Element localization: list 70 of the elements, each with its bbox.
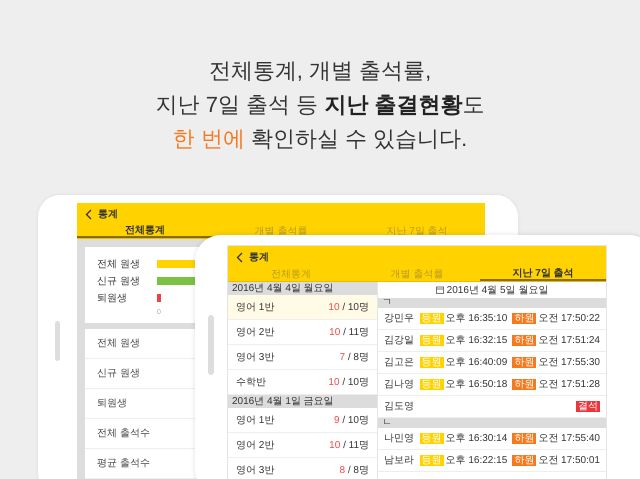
headline-line: 한 번에 확인하실 수 있습니다. <box>172 125 468 153</box>
attendance-count: 10 / 10명 <box>328 300 369 314</box>
time-text: 오후 16:30:14 <box>446 432 508 446</box>
headline-line: 지난 7일 출석 등 지난 출결현황도 <box>156 91 484 119</box>
status-badge: 하원 <box>512 379 536 390</box>
status-badge: 하원 <box>512 335 536 346</box>
status-badge: 하원 <box>512 455 536 466</box>
stat-label: 전체 출석수 <box>97 426 150 440</box>
initial-header: ㄱ <box>378 298 606 308</box>
attendance-count: 7 / 8명 <box>340 350 369 364</box>
class-name: 영어 3반 <box>236 350 274 364</box>
bar-label: 전체 원생 <box>97 258 141 272</box>
student-name: 김강일 <box>384 334 414 348</box>
attendance-count: 10 / 11명 <box>329 438 369 452</box>
attendance-count: 8 / 8명 <box>340 464 369 478</box>
student-name: 김도영 <box>384 400 414 414</box>
detail-date: 2016년 4월 5일 월요일 <box>446 284 548 298</box>
class-name: 수학반 <box>236 376 266 390</box>
header-title: 통계 <box>98 208 118 222</box>
student-name: 남보라 <box>384 454 414 468</box>
time-text: 오후 16:22:15 <box>446 454 508 468</box>
date-header: 2016년 4월 1일 금요일 <box>228 395 377 408</box>
time-text: 오후 16:35:10 <box>446 312 508 326</box>
stat-label: 전체 원생 <box>97 336 140 350</box>
attendance-count: 9 / 10명 <box>334 414 369 428</box>
class-row[interactable]: 영어 1반 10 / 10명 <box>228 295 377 320</box>
status-badge: 등원 <box>420 313 444 324</box>
stat-label: 퇴원생 <box>97 396 127 410</box>
status-badge: 하원 <box>512 313 536 324</box>
header-title: 통계 <box>249 250 269 264</box>
back-icon[interactable] <box>85 208 92 220</box>
calendar-icon <box>436 286 444 294</box>
bar-label: 퇴원생 <box>97 292 128 306</box>
student-name: 강민우 <box>384 312 414 326</box>
stat-label: 신규 원생 <box>97 366 140 380</box>
date-header: 2016년 4월 4일 월요일 <box>228 282 377 295</box>
initial-header: ㄴ <box>378 418 606 428</box>
class-name: 영어 2반 <box>236 326 274 340</box>
status-badge: 등원 <box>420 379 444 390</box>
time-text: 오전 17:51:28 <box>538 378 600 392</box>
time-text: 오후 16:50:18 <box>446 378 508 392</box>
class-name: 영어 3반 <box>236 464 274 478</box>
attendance-count: 10 / 11명 <box>329 326 369 340</box>
tab[interactable]: 전체통계 <box>77 225 213 238</box>
time-text: 오전 17:50:22 <box>538 312 600 326</box>
student-name: 김고은 <box>384 356 414 370</box>
back-icon[interactable] <box>236 252 243 262</box>
bar-label: 신규 원생 <box>97 274 141 288</box>
student-name: 김나영 <box>384 378 414 392</box>
time-text: 오전 17:55:40 <box>538 432 600 446</box>
time-text: 오전 17:50:01 <box>538 454 600 468</box>
status-badge: 결석 <box>576 401 600 412</box>
student-name: 나민영 <box>384 432 414 446</box>
class-name: 영어 1반 <box>236 300 274 314</box>
time-text: 오전 17:51:24 <box>538 334 600 348</box>
status-badge: 등원 <box>420 357 444 368</box>
status-badge: 하원 <box>512 433 536 444</box>
status-badge: 등원 <box>420 455 444 466</box>
tab[interactable]: 지난 7일 출석 <box>480 268 606 281</box>
status-badge: 하원 <box>512 357 536 368</box>
class-name: 영어 2반 <box>236 438 274 452</box>
class-name: 영어 1반 <box>236 414 274 428</box>
headline-line: 전체통계, 개별 출석률, <box>208 57 432 85</box>
stat-label: 평균 출석수 <box>97 456 150 470</box>
time-text: 오전 17:55:30 <box>538 356 600 370</box>
status-badge: 등원 <box>420 335 444 346</box>
status-badge: 등원 <box>420 433 444 444</box>
time-text: 오후 16:40:09 <box>446 356 508 370</box>
attendance-count: 10 / 10명 <box>328 376 369 390</box>
time-text: 오후 16:32:15 <box>446 334 508 348</box>
